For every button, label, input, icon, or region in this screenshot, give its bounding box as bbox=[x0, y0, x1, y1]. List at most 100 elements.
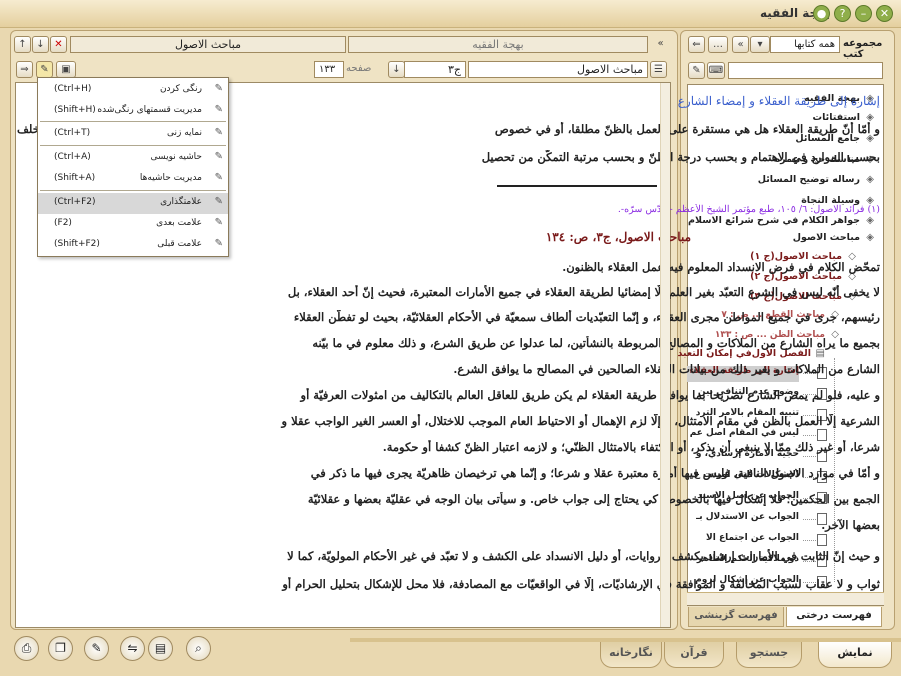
layout-icon[interactable]: ▣ bbox=[56, 61, 76, 78]
tree-connector bbox=[803, 456, 816, 457]
search-icon[interactable]: ⌕ bbox=[186, 636, 211, 661]
text-line: شرعا، أو غير ذلك ممّا لا ينبغي أن يذكر، … bbox=[382, 440, 880, 454]
copy-icon[interactable]: ❐ bbox=[48, 636, 73, 661]
tools-icon[interactable]: ✎ bbox=[36, 61, 53, 78]
menu-item-label: نمایه زنی bbox=[167, 128, 202, 138]
tree-node[interactable]: ◈ جواهر الكلام في شرح شرائع الاسلام bbox=[688, 215, 874, 226]
text-line: و أمّا في موارد الاصول النافية، فليس فيه… bbox=[310, 466, 880, 480]
menu-item-shortcut: (Shift+H) bbox=[54, 105, 96, 115]
volume-dropdown-icon[interactable]: ↓ bbox=[388, 61, 405, 78]
minimize-icon[interactable]: – bbox=[855, 5, 872, 22]
tree-connector bbox=[803, 540, 816, 541]
tree-leaf-label: ليس في المقام أصل عم bbox=[689, 428, 799, 438]
menu-item-shortcut: (Ctrl+A) bbox=[54, 152, 91, 162]
books-dropdown[interactable]: همه کتابها bbox=[770, 36, 840, 53]
book-icon: ◈ bbox=[866, 232, 874, 243]
tree-node[interactable]: ◈ مباحث الاصول bbox=[793, 232, 874, 243]
text-line: ثواب و لا عقاب لسبب المخالفة و الموافقة … bbox=[282, 577, 880, 591]
menu-item[interactable]: ✎ مدیریت قسمتهای رنگی‌شده (Shift+H) bbox=[38, 101, 228, 122]
volume-field[interactable]: ج۳ bbox=[404, 61, 466, 78]
page-field[interactable]: ۱۳۳ bbox=[314, 61, 344, 78]
path-field[interactable]: مباحث الاصول bbox=[468, 61, 648, 78]
menu-item-label: علامت بعدی bbox=[156, 218, 202, 228]
help-icon[interactable]: ? bbox=[834, 5, 851, 22]
menu-item[interactable]: ✎ علامت قبلی (Shift+F2) bbox=[38, 235, 228, 256]
menu-item[interactable]: ✎ مدیریت حاشیه‌ها (Shift+A) bbox=[38, 169, 228, 190]
menu-item-shortcut: (F2) bbox=[54, 218, 72, 228]
text-scrollbar[interactable] bbox=[660, 83, 670, 627]
document-icon bbox=[817, 534, 827, 546]
tree-node[interactable]: ◈ رساله توضيح المسائل bbox=[758, 174, 874, 185]
collapse-icon[interactable]: « bbox=[652, 36, 669, 53]
menu-item-shortcut: (Shift+A) bbox=[54, 173, 96, 183]
menu-item[interactable]: ✎ علامت بعدی (F2) bbox=[38, 214, 228, 235]
tree-node-label: مباحث الاصول bbox=[792, 232, 860, 243]
menu-item[interactable]: ✎ حاشیه نویسی (Ctrl+A) bbox=[38, 148, 228, 169]
tab-selective-index[interactable]: فهرست گزينشی bbox=[688, 607, 784, 627]
text-line: الشرعية إلّا العمل بالظن في مقام الامتثا… bbox=[281, 414, 880, 428]
tree-scrollbar[interactable] bbox=[687, 592, 884, 605]
text-line: رئيسهم، جرى في جميع المواطن مجرى العقلاء… bbox=[293, 310, 880, 324]
text-line: و حيث إنّ الثابت في الأمارات إرشاد بكشف … bbox=[287, 549, 880, 563]
close-doc-icon[interactable]: ✕ bbox=[50, 36, 67, 53]
menu-item-icon: ✎ bbox=[214, 151, 223, 162]
up-arrow-icon[interactable]: ↑ bbox=[14, 36, 31, 53]
menu-separator bbox=[40, 190, 226, 191]
document-title: مباحث الاصول bbox=[70, 36, 346, 53]
menu-item-icon: ✎ bbox=[214, 217, 223, 228]
menu-item-label: مدیریت قسمتهای رنگی‌شده bbox=[97, 105, 202, 115]
menu-item[interactable]: ✎ علامتگذاری (Ctrl+F2) bbox=[38, 193, 228, 214]
menu-item-shortcut: (Ctrl+H) bbox=[54, 84, 92, 94]
section-heading: إشارة إلى طريقة العقلاء و إمضاء الشارع bbox=[677, 94, 880, 108]
down-arrow-icon[interactable]: ↓ bbox=[32, 36, 49, 53]
bottom-bar bbox=[350, 638, 901, 642]
keyboard-icon[interactable]: ⌨ bbox=[707, 62, 725, 79]
bottom-tab[interactable]: جستجو bbox=[736, 642, 802, 668]
close-icon[interactable]: ✕ bbox=[876, 5, 893, 22]
tree-node-label: جواهر الكلام في شرح شرائع الاسلام bbox=[688, 215, 860, 226]
text-line: الجمع بين الحكمين؛ فلا إشكال فيها بالخصو… bbox=[307, 492, 880, 506]
menu-item-icon: ✎ bbox=[214, 238, 223, 249]
tree-leaf-label: الجواب عن اجتماع الا bbox=[706, 533, 799, 543]
menu-item-icon: ✎ bbox=[214, 83, 223, 94]
print-icon[interactable]: ⎙ bbox=[14, 636, 39, 661]
path-menu-icon[interactable]: ☰ bbox=[650, 61, 667, 78]
text-line: و أمّا أنّ طريقة العقلاء هل هي مستقرة عل… bbox=[494, 122, 880, 136]
library-search-input[interactable] bbox=[728, 62, 883, 79]
footnote-rule bbox=[497, 185, 657, 187]
split-icon[interactable]: ▤ bbox=[148, 636, 173, 661]
forward-icon[interactable]: ⇒ bbox=[16, 61, 33, 78]
book-icon: ◈ bbox=[866, 215, 874, 226]
menu-item-icon: ✎ bbox=[214, 104, 223, 115]
text-line: الشارع من الملاكات و بغير ذلك من بيانات … bbox=[453, 362, 880, 376]
text-line: تمحّض الكلام في فرض الانسداد المعلوم فيه… bbox=[562, 260, 880, 274]
more-icon[interactable]: … bbox=[708, 36, 728, 53]
note-icon[interactable]: ✎ bbox=[84, 636, 109, 661]
book-tab[interactable]: بهجة الفقيه bbox=[348, 36, 648, 53]
bottom-tab[interactable]: نگارخانه bbox=[600, 642, 662, 668]
menu-item-label: مدیریت حاشیه‌ها bbox=[139, 173, 202, 183]
menu-item-label: رنگی کردن bbox=[159, 84, 202, 94]
menu-item-icon: ✎ bbox=[214, 196, 223, 207]
menu-item[interactable]: ✎ رنگی کردن (Ctrl+H) bbox=[38, 80, 228, 101]
prev-icon[interactable]: ⇐ bbox=[688, 36, 705, 53]
settings-icon[interactable]: ● bbox=[813, 5, 830, 22]
next-icon[interactable]: « bbox=[732, 36, 749, 53]
tab-tree-index[interactable]: فهرست درختی bbox=[786, 607, 882, 627]
tree-node-label: رساله توضيح المسائل bbox=[757, 174, 860, 185]
page-label: صفحه bbox=[346, 63, 372, 74]
menu-item-icon: ✎ bbox=[214, 172, 223, 183]
search-tool-icon[interactable]: ✎ bbox=[688, 62, 705, 79]
tree-leaf[interactable]: الجواب عن اجتماع الا bbox=[687, 533, 799, 549]
text-line: و عليه، فلو لم يمض الشارع تصريحا بما يوا… bbox=[300, 388, 880, 402]
menu-item-label: علامت قبلی bbox=[157, 239, 202, 249]
book-icon: ◈ bbox=[866, 174, 874, 185]
bottom-tab[interactable]: قرآن bbox=[664, 642, 724, 668]
compare-icon[interactable]: ⇋ bbox=[120, 636, 145, 661]
text-line: بجميع ما يراه الشارع من الملاكات و المصا… bbox=[312, 336, 880, 350]
footnote: (١) فرائد الاصول: ٦/ ١٠٥، طبع مؤتمر الشي… bbox=[617, 204, 880, 215]
menu-item-shortcut: (Shift+F2) bbox=[54, 239, 100, 249]
menu-item[interactable]: ✎ نمایه زنی (Ctrl+T) bbox=[38, 124, 228, 145]
dropdown-arrow-icon[interactable]: ▾ bbox=[750, 36, 770, 53]
bottom-tab[interactable]: نمايش bbox=[818, 642, 892, 668]
